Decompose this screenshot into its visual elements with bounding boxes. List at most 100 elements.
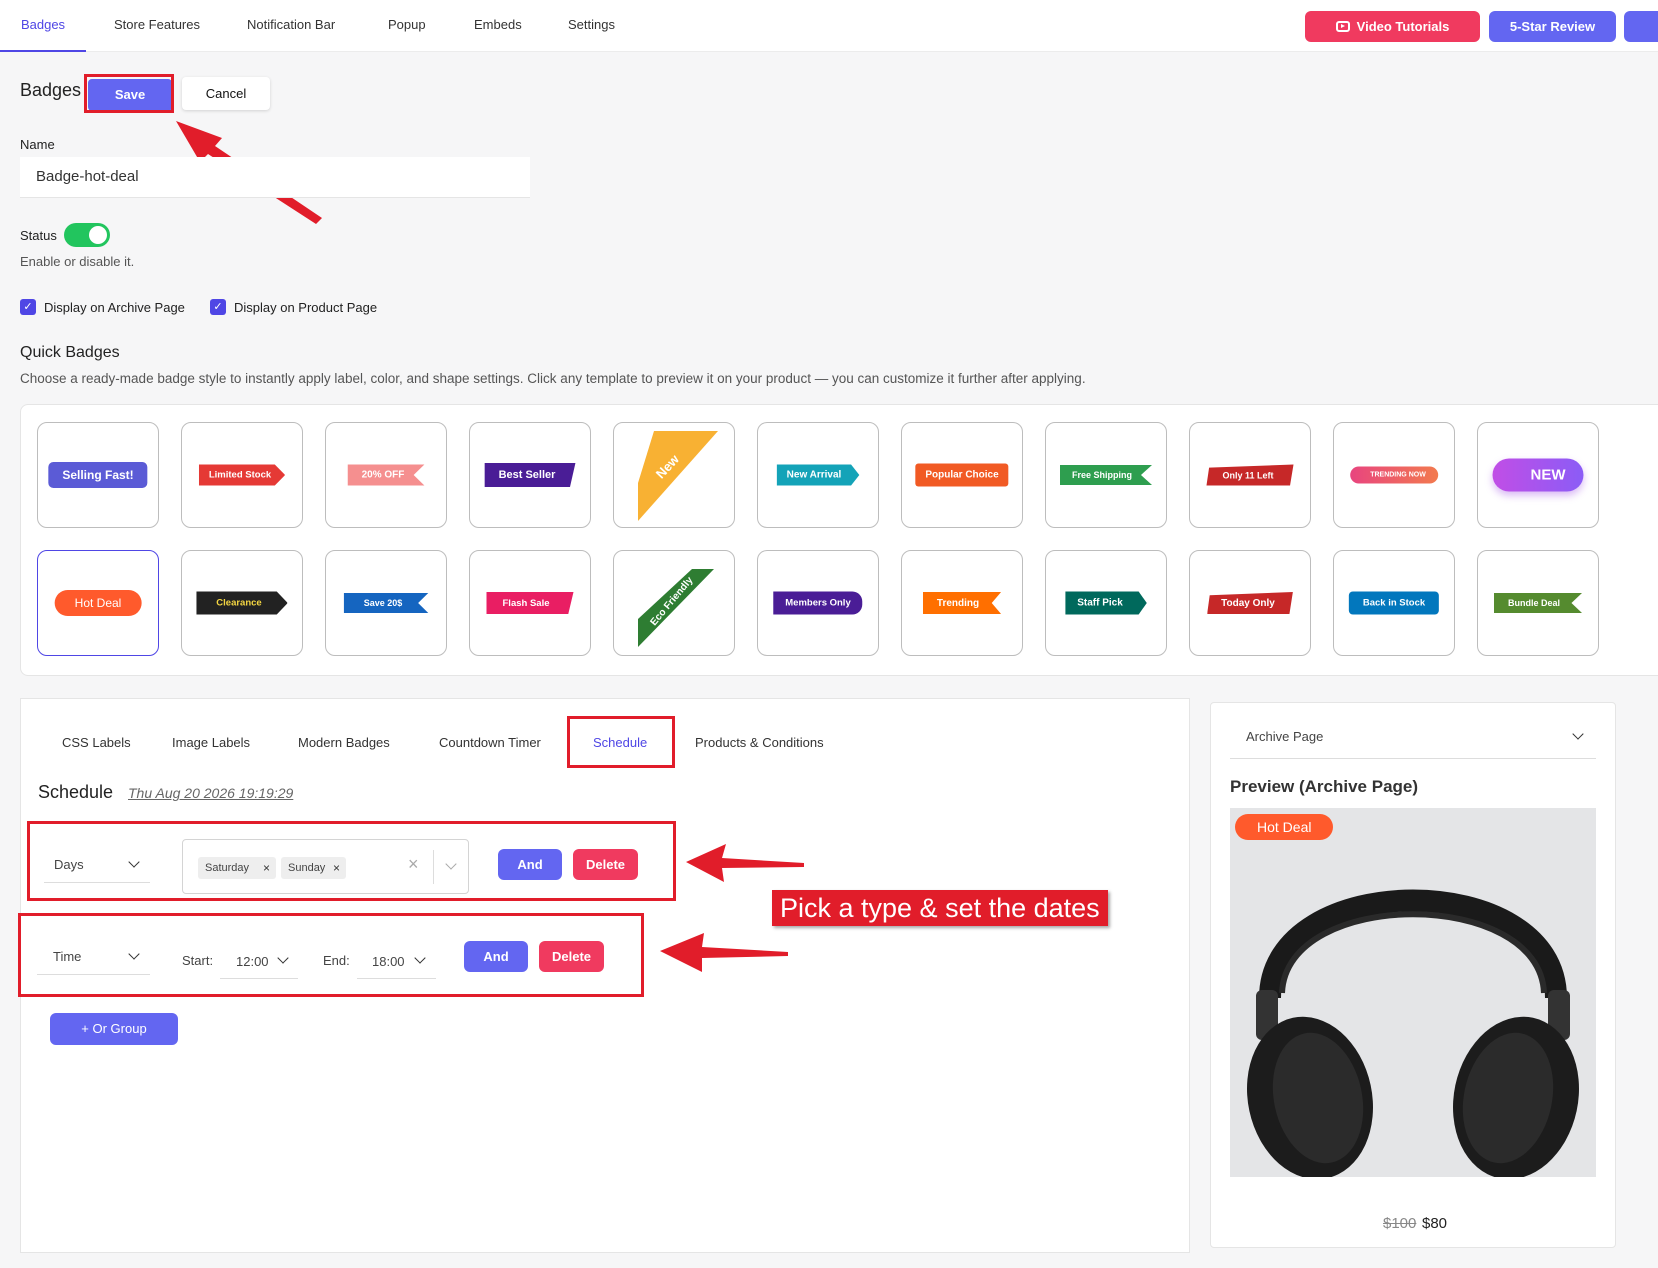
chevron-down-icon [128, 856, 140, 868]
end-time-value: 18:00 [372, 954, 405, 969]
status-help-text: Enable or disable it. [20, 254, 135, 269]
tab-countdown-timer[interactable]: Countdown Timer [439, 735, 541, 750]
badge-card-20-off[interactable]: 20% OFF [325, 422, 447, 528]
schedule-current-date: Thu Aug 20 2026 19:19:29 [128, 785, 294, 801]
page-title: Badges [20, 80, 82, 100]
start-time-value: 12:00 [236, 954, 269, 969]
corner-ribbon [638, 431, 718, 521]
chip-label: Sunday [288, 862, 326, 874]
badge-preview: Best Seller [484, 463, 576, 487]
badge-card-new-arrival[interactable]: New Arrival [757, 422, 879, 528]
and-button[interactable]: And [464, 941, 528, 972]
sale-price: $80 [1422, 1215, 1448, 1232]
badge-card-flash-sale[interactable]: Flash Sale [469, 550, 591, 656]
cancel-button[interactable]: Cancel [182, 77, 270, 110]
badge-card-today-only[interactable]: Today Only [1189, 550, 1311, 656]
archive-checkbox[interactable]: ✓ [20, 299, 36, 315]
days-multiselect[interactable]: Saturday × Sunday × × [182, 839, 469, 894]
badge-preview: New Arrival [776, 464, 860, 486]
tab-products-conditions[interactable]: Products & Conditions [695, 735, 824, 750]
badge-card-selling-fast[interactable]: Selling Fast! [37, 422, 159, 528]
tab-badges[interactable]: Badges [0, 0, 86, 52]
tab-notification-bar[interactable]: Notification Bar [247, 0, 335, 52]
chip-label: Saturday [205, 862, 250, 874]
save-highlight-box [84, 74, 174, 113]
badge-preview: NEW [1492, 458, 1584, 492]
tab-css-labels[interactable]: CSS Labels [62, 735, 131, 750]
old-price: $100 [1383, 1215, 1417, 1232]
chip-sunday: Sunday × [281, 857, 346, 879]
badge-card-back-in-stock[interactable]: Back in Stock [1333, 550, 1455, 656]
headphones-illustration [1247, 889, 1579, 1177]
badge-preview: TRENDING NOW [1350, 466, 1438, 484]
rule-type-value: Time [53, 949, 82, 964]
video-icon [1335, 21, 1350, 32]
chevron-down-icon [128, 948, 140, 960]
badge-preview: Bundle Deal [1493, 593, 1583, 613]
badge-preview: Save 20$ [343, 593, 429, 613]
badge-card-clearance[interactable]: Clearance [181, 550, 303, 656]
annotation-callout: Pick a type & set the dates [772, 890, 1108, 926]
tab-popup[interactable]: Popup [388, 0, 426, 52]
archive-label: Display on Archive Page [44, 300, 185, 315]
five-star-review-button[interactable]: 5-Star Review [1489, 11, 1616, 42]
tab-settings[interactable]: Settings [568, 0, 615, 52]
badge-card-new-pill[interactable]: NEW [1477, 422, 1599, 528]
badge-card-trending-now[interactable]: TRENDING NOW [1333, 422, 1455, 528]
preview-page-select[interactable]: Archive Page [1230, 717, 1596, 759]
chevron-down-icon[interactable] [445, 858, 457, 870]
badge-preview: Trending [922, 592, 1002, 614]
remove-chip-icon[interactable]: × [333, 857, 340, 879]
schedule-tab-highlight [567, 716, 675, 768]
badge-card-trending[interactable]: Trending [901, 550, 1023, 656]
preview-badge: Hot Deal [1235, 814, 1334, 840]
badge-card-hot-deal[interactable]: Hot Deal [37, 550, 159, 656]
delete-button[interactable]: Delete [573, 849, 638, 880]
delete-button[interactable]: Delete [539, 941, 604, 972]
video-tutorials-button[interactable]: Video Tutorials [1305, 11, 1480, 42]
badge-card-save-20[interactable]: Save 20$ [325, 550, 447, 656]
schedule-title: Schedule [38, 782, 114, 802]
product-checkbox[interactable]: ✓ [210, 299, 226, 315]
tab-modern-badges[interactable]: Modern Badges [298, 735, 390, 750]
remove-chip-icon[interactable]: × [263, 857, 270, 879]
badge-card-free-shipping[interactable]: Free Shipping [1045, 422, 1167, 528]
badge-card-only-11-left[interactable]: Only 11 Left [1189, 422, 1311, 528]
badge-preview: Free Shipping [1059, 465, 1153, 485]
badge-card-popular-choice[interactable]: Popular Choice [901, 422, 1023, 528]
badge-preview: Hot Deal [54, 590, 142, 616]
top-navigation: Badges Store Features Notification Bar P… [0, 0, 1658, 52]
badge-card-best-seller[interactable]: Best Seller [469, 422, 591, 528]
badge-card-eco-friendly[interactable]: Eco Friendly [613, 550, 735, 656]
or-group-button[interactable]: + Or Group [50, 1013, 178, 1045]
tab-embeds[interactable]: Embeds [474, 0, 522, 52]
status-label: Status [20, 228, 57, 243]
more-button[interactable] [1624, 11, 1658, 42]
badge-preview: Limited Stock [198, 464, 286, 486]
badge-card-bundle-deal[interactable]: Bundle Deal [1477, 550, 1599, 656]
badge-preview: Today Only [1207, 592, 1293, 614]
preview-title: Preview (Archive Page) [1230, 777, 1419, 796]
clear-icon[interactable]: × [408, 854, 419, 875]
and-button[interactable]: And [498, 849, 562, 880]
chevron-down-icon [277, 952, 289, 964]
tab-store-features[interactable]: Store Features [114, 0, 200, 52]
annotation-arrow-days [686, 844, 804, 882]
badge-card-members-only[interactable]: Members Only [757, 550, 879, 656]
annotation-arrow-time [660, 933, 788, 972]
product-image: Hot Deal [1230, 808, 1596, 1177]
name-input[interactable]: Badge-hot-deal [20, 157, 530, 198]
badge-card-new-corner[interactable]: New [613, 422, 735, 528]
start-time-select[interactable]: 12:00 [220, 942, 298, 979]
tab-image-labels[interactable]: Image Labels [172, 735, 250, 750]
rule-type-select[interactable]: Time [37, 940, 150, 975]
badge-card-limited-stock[interactable]: Limited Stock [181, 422, 303, 528]
badge-card-staff-pick[interactable]: Staff Pick [1045, 550, 1167, 656]
video-tutorials-label: Video Tutorials [1356, 19, 1450, 34]
status-toggle[interactable] [64, 223, 110, 247]
badge-preview: Popular Choice [915, 463, 1009, 487]
badge-preview: Selling Fast! [48, 462, 148, 488]
end-time-select[interactable]: 18:00 [357, 942, 436, 979]
rule-type-select[interactable]: Days [44, 848, 150, 883]
end-label: End: [323, 953, 350, 968]
